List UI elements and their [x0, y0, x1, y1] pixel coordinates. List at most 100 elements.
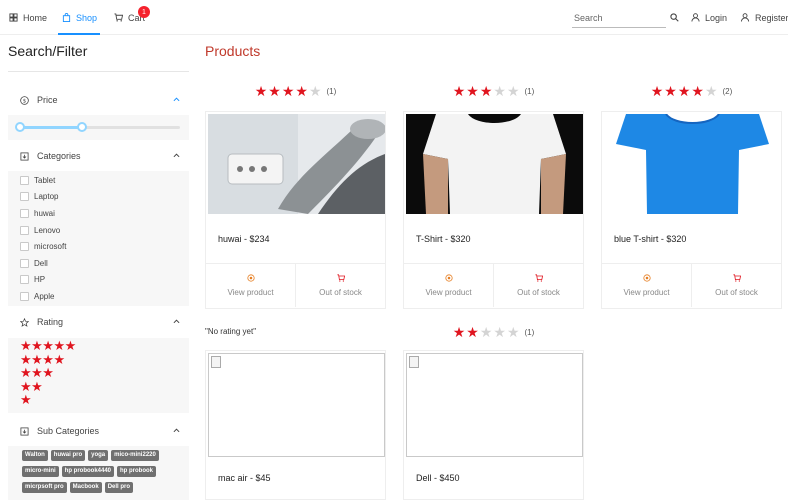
category-checkbox[interactable] — [20, 175, 29, 185]
chevron-up-icon — [173, 97, 180, 102]
star-filled-icon: ★ — [295, 83, 308, 99]
price-slider-min-handle[interactable] — [15, 122, 25, 132]
out-of-stock-button[interactable]: Out of stock — [295, 264, 385, 307]
cart-icon — [336, 274, 345, 282]
subcategory-tag[interactable]: micro-mini — [22, 466, 59, 477]
nav-home-label: Home — [23, 12, 48, 23]
product-rating: ★ ★ ★ ★ ★ (2) — [601, 84, 782, 98]
eye-icon — [642, 274, 651, 282]
price-label: Price — [37, 95, 58, 105]
category-checkbox[interactable] — [20, 258, 29, 268]
rating-count: (1) — [524, 327, 535, 337]
subcategory-tag[interactable]: micrpsoft pro — [22, 482, 67, 493]
search-input[interactable] — [572, 8, 666, 28]
rating-panel-header[interactable]: Rating — [8, 307, 189, 337]
product-actions: View product Out of stock — [404, 263, 583, 307]
subcategory-tag[interactable]: Walton — [22, 450, 48, 461]
star-filled-icon: ★ — [254, 83, 268, 99]
subcategory-tag[interactable]: mico-mini2220 — [111, 450, 159, 461]
view-product-label: View product — [425, 288, 472, 297]
out-of-stock-button[interactable]: Out of stock — [493, 264, 583, 307]
category-item[interactable]: microsoft — [8, 238, 189, 255]
nav-login[interactable]: Login — [691, 0, 727, 35]
nav-cart[interactable]: Cart — [114, 0, 145, 35]
category-item[interactable]: huwai — [8, 205, 189, 222]
shopping-bag-icon — [62, 13, 71, 22]
search-icon[interactable] — [670, 13, 679, 22]
filter-sidebar: Search/Filter $ Price Categories Tablet L… — [0, 35, 190, 500]
category-item[interactable]: Apple — [8, 288, 189, 305]
category-label: HP — [34, 275, 46, 285]
categories-panel-header[interactable]: Categories — [8, 141, 189, 171]
nav-register[interactable]: Register — [741, 0, 788, 35]
subcategories-label: Sub Categories — [37, 426, 100, 436]
star-filled-icon: ★ — [650, 83, 664, 99]
star-filled-icon: ★ — [268, 83, 281, 99]
category-label: Laptop — [34, 192, 59, 202]
star-filled-icon: ★ — [664, 83, 677, 99]
broken-image-icon — [211, 356, 221, 368]
page-title: Products — [205, 43, 261, 59]
subcategory-tag[interactable]: Dell pro — [104, 482, 134, 493]
view-product-button[interactable]: View product — [206, 264, 295, 307]
category-label: Dell — [34, 258, 48, 268]
category-label: Lenovo — [34, 225, 61, 235]
product-card: Dell - $450 — [403, 350, 584, 500]
divider — [8, 71, 189, 72]
subcategory-tag[interactable]: yoga — [88, 450, 109, 461]
view-product-label: View product — [623, 288, 670, 297]
out-of-stock-button[interactable]: Out of stock — [691, 264, 781, 307]
product-card: blue T-shirt - $320 View product Out of st… — [601, 111, 782, 309]
star-empty-icon: ★ — [506, 324, 520, 340]
user-icon — [691, 13, 700, 22]
category-checkbox[interactable] — [20, 208, 29, 218]
price-panel-header[interactable]: $ Price — [8, 85, 189, 115]
category-label: Apple — [34, 291, 55, 301]
category-checkbox[interactable] — [20, 225, 29, 235]
category-checkbox[interactable] — [20, 275, 29, 285]
categories-label: Categories — [37, 151, 81, 161]
nav-home[interactable]: Home — [9, 0, 47, 35]
user-add-icon — [741, 13, 750, 22]
subcategory-tag[interactable]: huwai pro — [50, 450, 86, 461]
star-filled-icon: ★ — [466, 324, 479, 340]
category-checkbox[interactable] — [20, 291, 29, 301]
rating-filter-option[interactable]: ★★ — [8, 380, 189, 394]
star-filled-icon: ★ — [452, 83, 466, 99]
star-empty-icon: ★ — [704, 83, 718, 99]
rating-filter-option[interactable]: ★★★★ — [8, 353, 189, 367]
product-image-broken[interactable] — [406, 353, 583, 457]
product-image-broken[interactable] — [208, 353, 385, 457]
product-image[interactable] — [208, 114, 385, 214]
product-image[interactable] — [406, 114, 583, 214]
view-product-button[interactable]: View product — [404, 264, 493, 307]
category-item[interactable]: Lenovo — [8, 222, 189, 239]
category-item[interactable]: Tablet — [8, 172, 189, 189]
price-slider-max-handle[interactable] — [77, 122, 88, 132]
view-product-button[interactable]: View product — [602, 264, 691, 307]
rating-filter-option[interactable]: ★★★ — [8, 366, 189, 380]
rating-filter-option[interactable]: ★★★★★ — [8, 339, 189, 353]
category-item[interactable]: HP — [8, 272, 189, 289]
search-box — [572, 8, 684, 28]
category-item[interactable]: Laptop — [8, 189, 189, 206]
nav-shop[interactable]: Shop — [62, 0, 97, 35]
star-filled-icon: ★ — [466, 83, 479, 99]
product-image[interactable] — [604, 114, 781, 214]
category-item[interactable]: Dell — [8, 255, 189, 272]
subcategory-tag[interactable]: hp probook — [117, 466, 157, 477]
cart-icon — [534, 274, 543, 282]
rating-filter-option[interactable]: ★ — [8, 393, 189, 407]
star-empty-icon: ★ — [479, 324, 493, 340]
category-checkbox[interactable] — [20, 192, 29, 202]
product-title: mac air - $45 — [218, 473, 271, 483]
nav-login-label: Login — [705, 12, 728, 23]
subcategory-tag[interactable]: hp probook4440 — [61, 466, 115, 477]
subcategory-tag[interactable]: Macbook — [69, 482, 102, 493]
product-actions: View product Out of stock — [206, 263, 385, 307]
subcategories-panel-header[interactable]: Sub Categories — [8, 416, 189, 446]
rating-count: (1) — [524, 86, 535, 96]
dollar-icon: $ — [20, 95, 29, 105]
category-checkbox[interactable] — [20, 242, 29, 252]
star-filled-icon: ★ — [691, 83, 704, 99]
